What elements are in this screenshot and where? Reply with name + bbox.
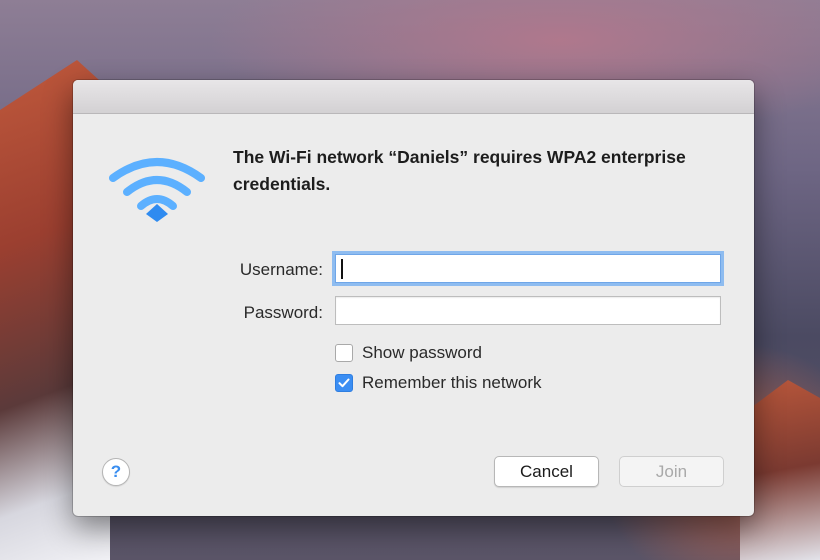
cancel-button[interactable]: Cancel [494, 456, 599, 487]
dialog-titlebar [73, 80, 754, 114]
show-password-checkbox[interactable] [335, 344, 353, 362]
username-field[interactable] [335, 254, 721, 283]
join-button[interactable]: Join [619, 456, 724, 487]
remember-network-label: Remember this network [362, 373, 542, 392]
username-label: Username: [239, 260, 323, 279]
wifi-credentials-dialog: The Wi-Fi network “Daniels” requires WPA… [73, 80, 754, 516]
show-password-label: Show password [362, 343, 483, 362]
remember-network-option[interactable]: Remember this network [335, 372, 542, 394]
show-password-option[interactable]: Show password [335, 342, 482, 364]
password-label: Password: [243, 303, 323, 322]
dialog-message: The Wi-Fi network “Daniels” requires WPA… [233, 147, 686, 194]
password-field[interactable] [335, 296, 721, 325]
text-cursor [341, 259, 343, 279]
checkmark-icon [338, 378, 350, 388]
wifi-icon [109, 158, 205, 222]
remember-network-checkbox[interactable] [335, 374, 353, 392]
help-button[interactable]: ? [102, 458, 130, 486]
